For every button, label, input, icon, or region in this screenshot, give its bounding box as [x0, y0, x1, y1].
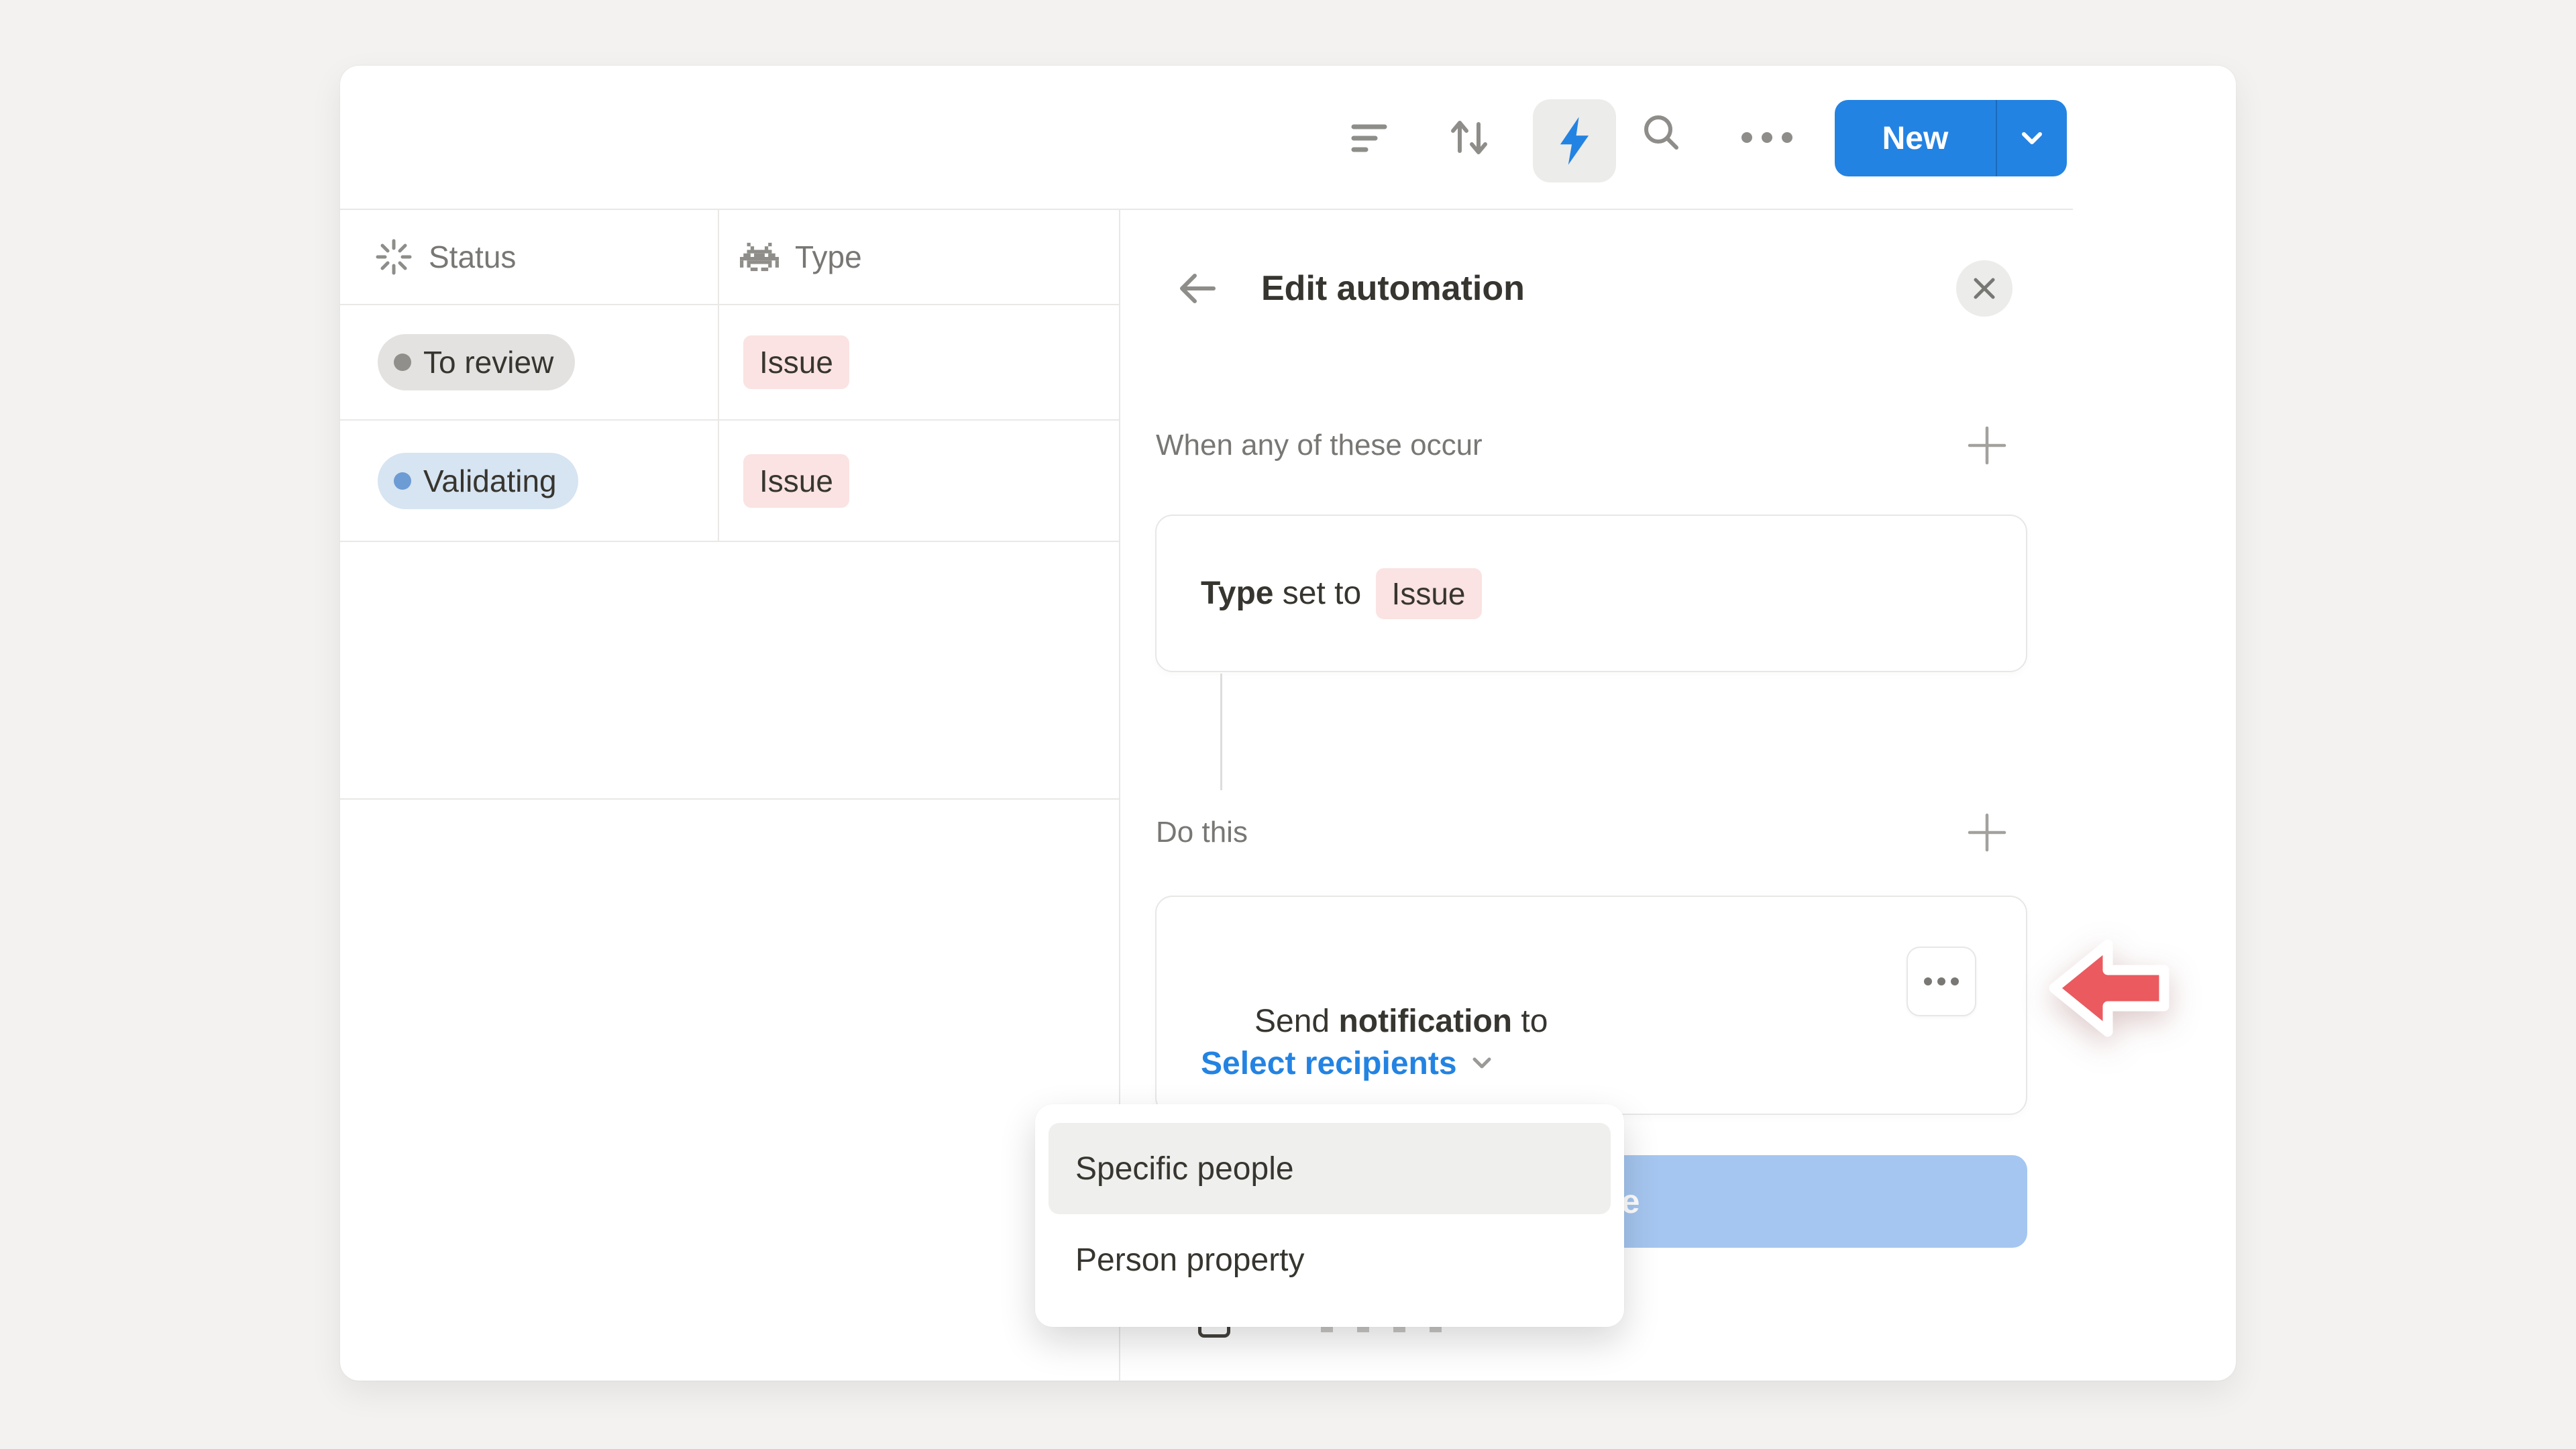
automations-button[interactable] — [1533, 99, 1616, 182]
add-action-button[interactable] — [1967, 812, 2007, 853]
new-button[interactable]: New — [1835, 100, 2067, 176]
action-section-label: Do this — [1156, 814, 1248, 851]
flow-connector-line — [1220, 674, 1222, 790]
trigger-value: Issue — [1392, 576, 1466, 612]
trigger-section-label: When any of these occur — [1156, 427, 1483, 464]
table-cell-status[interactable]: To review — [378, 305, 575, 419]
lightning-icon — [1555, 116, 1594, 166]
trigger-card[interactable]: Type set to Issue — [1155, 515, 2027, 672]
status-pill: To review — [378, 334, 575, 390]
action-suffix: to — [1512, 1004, 1548, 1039]
type-tag-label: Issue — [759, 463, 833, 499]
action-card[interactable]: Send notification to Select recipients — [1155, 896, 2027, 1115]
arrow-left-icon — [2045, 935, 2174, 1041]
dropdown-item-person-property[interactable]: Person property — [1049, 1214, 1611, 1305]
status-dot — [394, 354, 411, 371]
type-tag: Issue — [743, 454, 849, 508]
column-header-label: Type — [795, 239, 862, 275]
chevron-down-icon — [1472, 1057, 1492, 1070]
filter-icon[interactable] — [1348, 117, 1391, 160]
table-row-border — [340, 798, 1119, 800]
status-spinner-icon — [375, 238, 413, 276]
red-arrow-annotation — [2045, 935, 2174, 1044]
status-pill-label: Validating — [423, 463, 557, 499]
select-recipients-label: Select recipients — [1201, 1045, 1457, 1082]
status-pill-label: To review — [423, 344, 553, 380]
select-recipients-dropdown[interactable]: Select recipients — [1201, 1042, 1492, 1085]
close-button[interactable] — [1956, 260, 2012, 317]
dropdown-item-specific-people[interactable]: Specific people — [1049, 1123, 1611, 1214]
more-options-icon[interactable] — [1740, 131, 1794, 144]
type-tag: Issue — [743, 335, 849, 389]
new-button-label[interactable]: New — [1835, 100, 1996, 176]
action-prefix: Send — [1254, 1004, 1338, 1039]
search-icon[interactable] — [1640, 111, 1683, 154]
trigger-connector: set to — [1273, 575, 1370, 612]
close-icon — [1972, 276, 1997, 301]
trigger-value-tag: Issue — [1376, 568, 1482, 619]
back-button[interactable] — [1175, 267, 1220, 310]
table-column-border — [718, 209, 719, 542]
ellipsis-icon — [1923, 977, 1960, 986]
status-dot — [394, 472, 411, 490]
column-header-label: Status — [429, 239, 516, 275]
back-arrow-icon — [1175, 267, 1220, 310]
trigger-description: Type set to Issue — [1201, 568, 1482, 619]
table-cell-type[interactable]: Issue — [743, 305, 849, 419]
table-cell-status[interactable]: Validating — [378, 421, 578, 541]
recipients-dropdown-menu: Specific people Person property — [1035, 1104, 1624, 1327]
table-cell-type[interactable]: Issue — [743, 421, 849, 541]
plus-icon — [1967, 425, 2007, 466]
action-description: Send notification to — [1201, 961, 1548, 1002]
action-options-button[interactable] — [1907, 947, 1976, 1016]
sort-icon[interactable] — [1448, 116, 1491, 159]
new-dropdown-button[interactable] — [1997, 100, 2067, 176]
type-tag-label: Issue — [759, 344, 833, 380]
panel-title: Edit automation — [1261, 267, 1525, 310]
column-header-status[interactable]: Status — [375, 210, 516, 304]
plus-icon — [1967, 812, 2007, 853]
status-pill: Validating — [378, 453, 578, 509]
trigger-property: Type — [1201, 575, 1273, 612]
table-top-border — [340, 209, 2073, 210]
action-type: notification — [1338, 1004, 1512, 1039]
column-header-type[interactable]: Type — [740, 210, 862, 304]
database-window: New Status — [340, 66, 2236, 1381]
table-row-border — [340, 541, 1119, 542]
invader-icon — [740, 242, 779, 272]
add-trigger-button[interactable] — [1967, 425, 2007, 466]
chevron-down-icon — [2021, 130, 2043, 146]
